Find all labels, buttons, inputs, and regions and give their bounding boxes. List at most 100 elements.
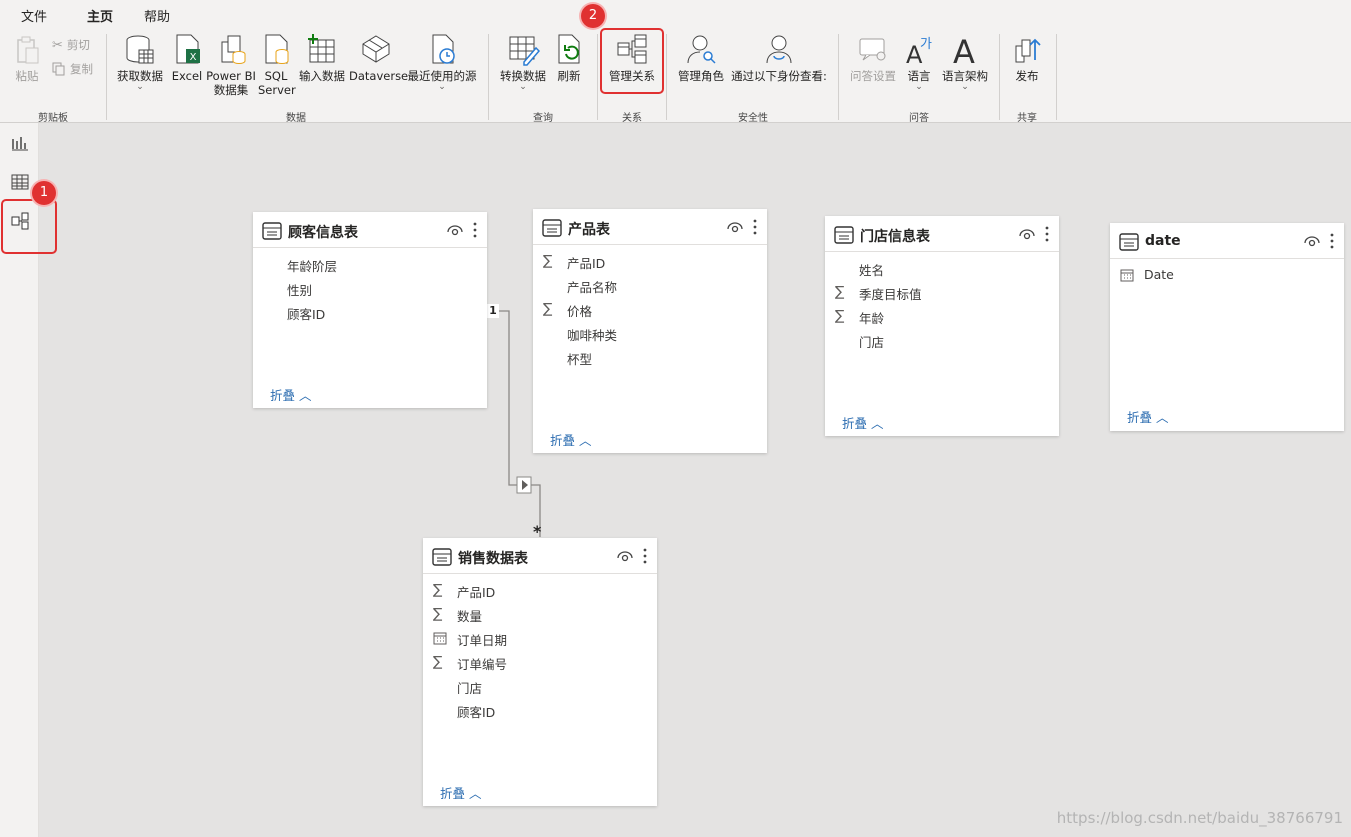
table-card-customer[interactable]: 顾客信息表 年龄阶层性别顾客ID 折叠 ︿ (253, 212, 487, 408)
table-title: 门店信息表 (860, 229, 930, 245)
eye-icon[interactable] (727, 220, 743, 234)
more-options-icon[interactable] (472, 221, 478, 239)
table-field-row[interactable]: Date (1110, 264, 1344, 288)
table-field-row[interactable]: 姓名 (825, 257, 1059, 281)
sigma-icon: ∑ (433, 654, 443, 670)
field-name: 产品ID (567, 256, 606, 271)
no-icon (543, 278, 557, 292)
chevron-up-icon: ︿ (299, 388, 312, 403)
table-icon (542, 219, 562, 237)
collapse-link[interactable]: 折叠 ︿ (440, 783, 482, 802)
table-card-header[interactable]: 顾客信息表 (253, 212, 487, 248)
eye-icon[interactable] (447, 223, 463, 237)
no-icon (433, 703, 447, 717)
collapse-label: 折叠 (440, 786, 466, 801)
table-card-header[interactable]: date (1110, 223, 1344, 259)
table-field-row[interactable]: ∑ 订单编号 (423, 651, 657, 675)
chevron-up-icon: ︿ (871, 416, 884, 431)
sigma-icon: ∑ (543, 253, 553, 269)
table-card-sales[interactable]: 销售数据表 ∑ 产品ID ∑ 数量订单日期 ∑ 订单编号门店顾客ID 折叠 ︿ (423, 538, 657, 806)
calendar-icon (1120, 268, 1134, 282)
table-field-row[interactable]: ∑ 价格 (533, 298, 767, 322)
table-field-row[interactable]: 顾客ID (423, 699, 657, 723)
table-card-store[interactable]: 门店信息表 姓名 ∑ 季度目标值 ∑ 年龄 门店 折叠 ︿ (825, 216, 1059, 436)
field-name: 价格 (567, 304, 593, 319)
table-icon (1119, 233, 1139, 251)
collapse-link[interactable]: 折叠 ︿ (1127, 407, 1169, 426)
table-field-row[interactable]: 杯型 (533, 346, 767, 370)
collapse-link[interactable]: 折叠 ︿ (842, 413, 884, 432)
table-title: 销售数据表 (458, 551, 528, 567)
table-field-row[interactable]: 订单日期 (423, 627, 657, 651)
chevron-up-icon: ︿ (1156, 410, 1169, 425)
table-field-row[interactable]: 门店 (423, 675, 657, 699)
chevron-up-icon: ︿ (579, 433, 592, 448)
table-field-row[interactable]: ∑ 年龄 (825, 305, 1059, 329)
no-icon (263, 257, 277, 271)
table-field-row[interactable]: 门店 (825, 329, 1059, 353)
table-title: date (1145, 233, 1181, 249)
table-field-row[interactable]: 顾客ID (253, 301, 487, 325)
sigma-icon: ∑ (835, 284, 845, 300)
field-name: 年龄 (859, 311, 885, 326)
table-card-product[interactable]: 产品表 ∑ 产品ID 产品名称 ∑ 价格咖啡种类杯型 折叠 ︿ (533, 209, 767, 453)
eye-icon[interactable] (1019, 227, 1035, 241)
sigma-icon: ∑ (433, 606, 443, 622)
table-title: 顾客信息表 (288, 225, 358, 241)
collapse-label: 折叠 (842, 416, 868, 431)
field-name: 年龄阶层 (287, 259, 338, 274)
table-card-date[interactable]: date Date 折叠 ︿ (1110, 223, 1344, 431)
table-card-header[interactable]: 销售数据表 (423, 538, 657, 574)
table-field-row[interactable]: 咖啡种类 (533, 322, 767, 346)
no-icon (835, 333, 849, 347)
no-icon (263, 305, 277, 319)
no-icon (263, 281, 277, 295)
sigma-icon: ∑ (835, 308, 845, 324)
table-field-row[interactable]: 产品名称 (533, 274, 767, 298)
watermark: https://blog.csdn.net/baidu_38766791 (1056, 809, 1343, 827)
collapse-label: 折叠 (1127, 410, 1153, 425)
sigma-icon: ∑ (433, 582, 443, 598)
collapse-link[interactable]: 折叠 ︿ (270, 385, 312, 404)
field-name: 数量 (457, 609, 483, 624)
collapse-link[interactable]: 折叠 ︿ (550, 430, 592, 449)
field-name: 订单日期 (457, 633, 508, 648)
field-name: 顾客ID (457, 705, 496, 720)
field-name: 咖啡种类 (567, 328, 618, 343)
no-icon (543, 350, 557, 364)
table-icon (262, 222, 282, 240)
chevron-up-icon: ︿ (469, 786, 482, 801)
field-name: 杯型 (567, 352, 593, 367)
table-field-row[interactable]: ∑ 产品ID (533, 250, 767, 274)
field-name: 门店 (859, 335, 885, 350)
table-title: 产品表 (568, 222, 610, 238)
table-card-header[interactable]: 产品表 (533, 209, 767, 245)
sigma-icon: ∑ (543, 301, 553, 317)
no-icon (543, 326, 557, 340)
eye-icon[interactable] (617, 549, 633, 563)
table-field-row[interactable]: 年龄阶层 (253, 253, 487, 277)
table-card-header[interactable]: 门店信息表 (825, 216, 1059, 252)
no-icon (433, 679, 447, 693)
field-name: 订单编号 (457, 657, 508, 672)
cardinality-one: 1 (487, 304, 499, 318)
more-options-icon[interactable] (642, 547, 648, 565)
field-name: 姓名 (859, 263, 885, 278)
field-name: 顾客ID (287, 307, 326, 322)
no-icon (835, 261, 849, 275)
field-name: 性别 (287, 283, 313, 298)
field-name: 产品ID (457, 585, 496, 600)
eye-icon[interactable] (1304, 234, 1320, 248)
field-name: Date (1144, 267, 1174, 282)
more-options-icon[interactable] (752, 218, 758, 236)
more-options-icon[interactable] (1329, 232, 1335, 250)
collapse-label: 折叠 (270, 388, 296, 403)
more-options-icon[interactable] (1044, 225, 1050, 243)
table-icon (834, 226, 854, 244)
table-field-row[interactable]: ∑ 数量 (423, 603, 657, 627)
collapse-label: 折叠 (550, 433, 576, 448)
table-field-row[interactable]: ∑ 季度目标值 (825, 281, 1059, 305)
field-name: 门店 (457, 681, 483, 696)
table-field-row[interactable]: 性别 (253, 277, 487, 301)
table-field-row[interactable]: ∑ 产品ID (423, 579, 657, 603)
